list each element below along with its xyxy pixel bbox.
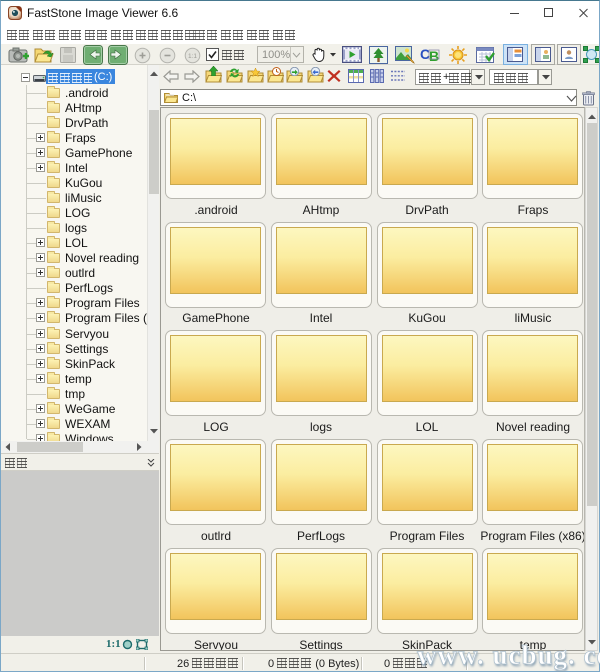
svg-text:1:1: 1:1 xyxy=(188,53,197,60)
